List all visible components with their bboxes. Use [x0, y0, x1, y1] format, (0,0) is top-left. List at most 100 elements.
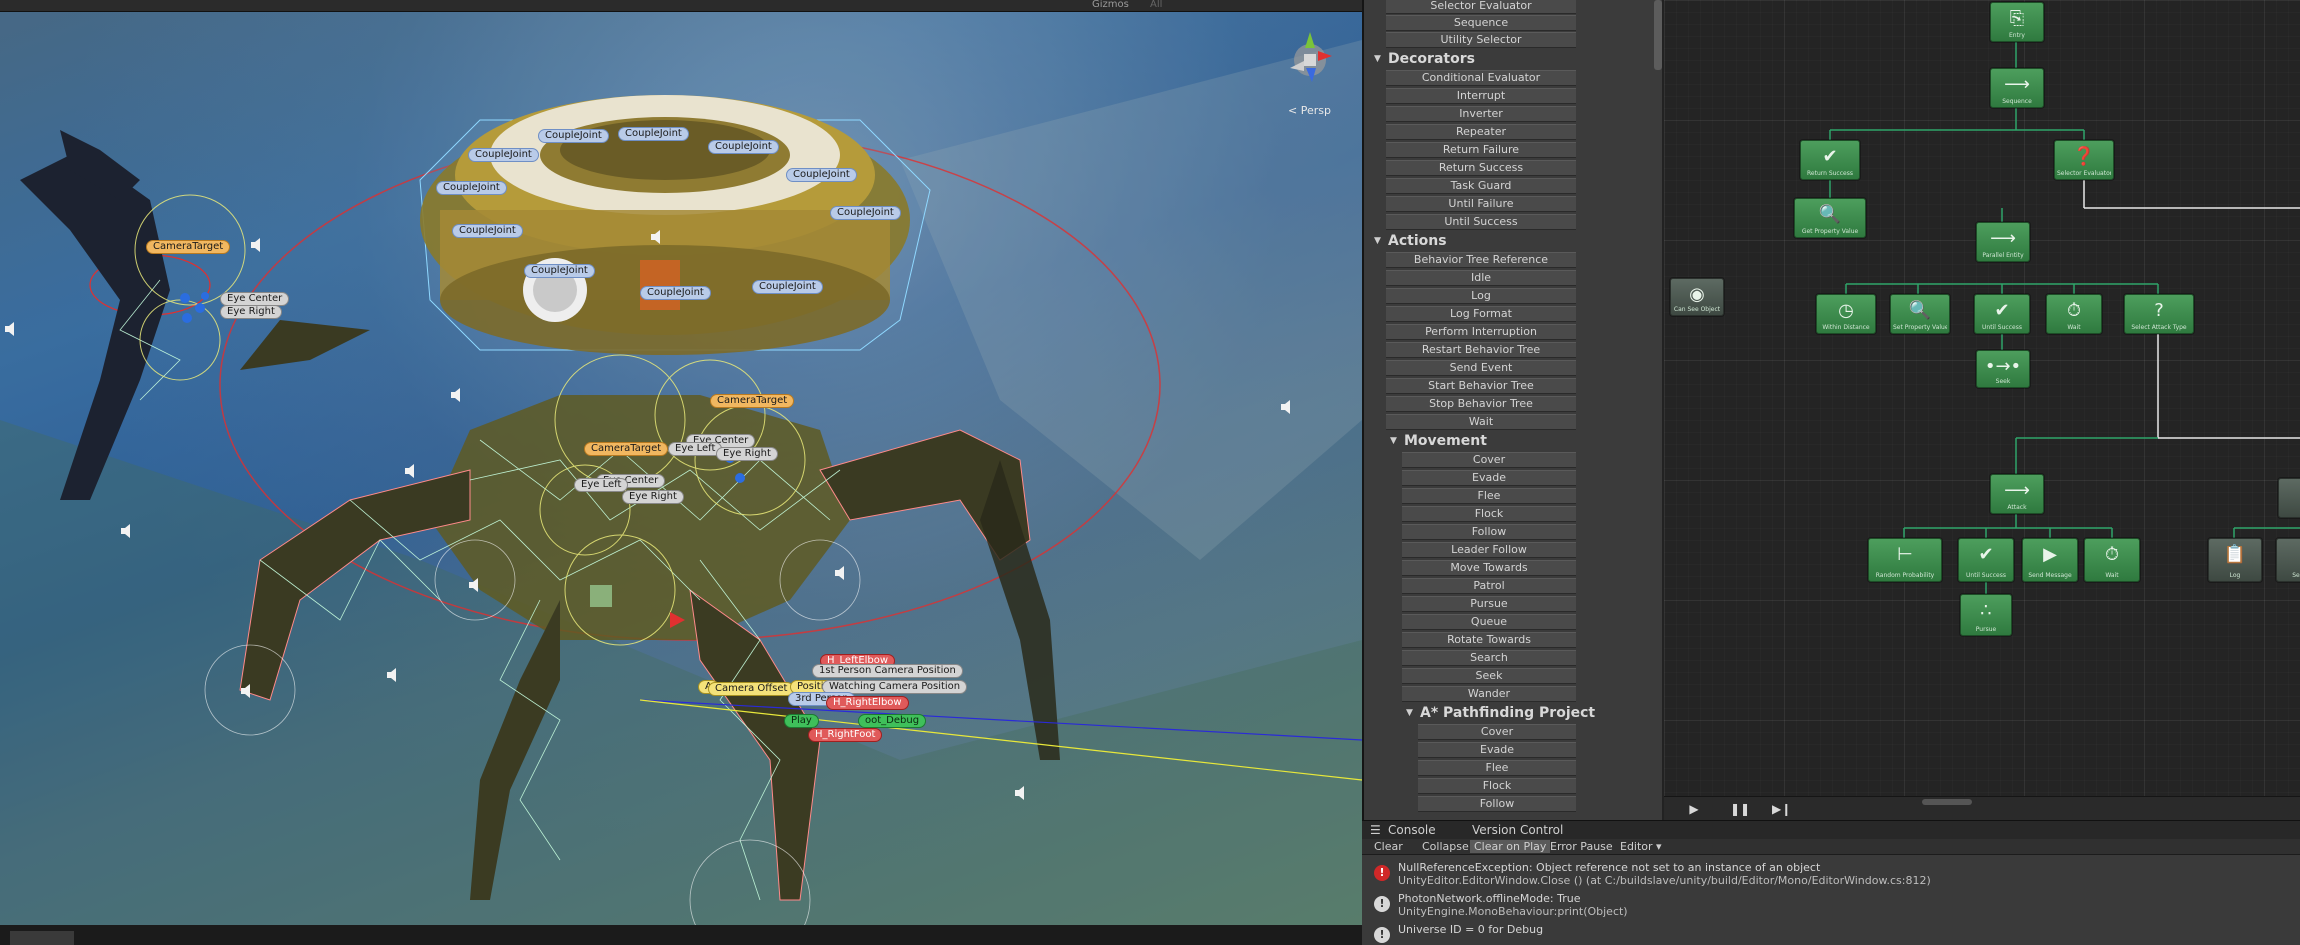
seek-node[interactable]: •→• Seek — [1976, 350, 2030, 388]
task-item[interactable]: Flee — [1402, 488, 1576, 504]
task-item[interactable]: Queue — [1402, 614, 1576, 630]
couplejoint-label[interactable]: CoupleJoint — [830, 206, 901, 220]
send-message-node[interactable]: ▶ Send Message — [2022, 538, 2078, 582]
eye-right-label[interactable]: Eye Right — [220, 305, 282, 319]
within-distance-node[interactable]: ◷ Within Distance — [1816, 294, 1876, 334]
until-success-node[interactable]: ✔ Until Success — [1974, 294, 2030, 334]
task-item[interactable]: Start Behavior Tree — [1386, 378, 1576, 394]
audio-source-icon[interactable] — [238, 682, 256, 700]
audio-source-icon[interactable] — [466, 576, 484, 594]
task-item[interactable]: Flock — [1418, 778, 1576, 794]
category-decorators[interactable]: Decorators — [1374, 51, 1475, 67]
task-item[interactable]: Rotate Towards — [1402, 632, 1576, 648]
set-property-node[interactable]: 🔍 Set Property Value — [1890, 294, 1950, 334]
category-actions[interactable]: Actions — [1374, 233, 1446, 249]
task-item[interactable]: Leader Follow — [1402, 542, 1576, 558]
first-person-camera-label[interactable]: 1st Person Camera Position — [812, 664, 963, 678]
task-item[interactable]: Repeater — [1386, 124, 1576, 140]
audio-source-icon[interactable] — [832, 564, 850, 582]
task-item[interactable]: Patrol — [1402, 578, 1576, 594]
couplejoint-label[interactable]: CoupleJoint — [538, 129, 609, 143]
couplejoint-label[interactable]: CoupleJoint — [618, 127, 689, 141]
offscreen-node-2[interactable] — [2278, 478, 2300, 518]
audio-source-icon[interactable] — [402, 462, 420, 480]
audio-source-icon[interactable] — [248, 236, 266, 254]
task-item[interactable]: Flock — [1402, 506, 1576, 522]
select-attack-node[interactable]: ? Select Attack Type — [2124, 294, 2194, 334]
attack-sequence-node[interactable]: ⟶ Attack — [1990, 474, 2044, 514]
task-item[interactable]: Selector Evaluator — [1386, 0, 1576, 14]
get-property-node[interactable]: 🔍 Get Property Value — [1794, 198, 1866, 238]
task-item[interactable]: Idle — [1386, 270, 1576, 286]
task-item[interactable]: Evade — [1418, 742, 1576, 758]
task-item[interactable]: Utility Selector — [1386, 32, 1576, 48]
audio-source-icon[interactable] — [2, 320, 20, 338]
task-item[interactable]: Inverter — [1386, 106, 1576, 122]
console-entry-info[interactable]: ! Universe ID = 0 for Debug — [1372, 923, 2292, 945]
task-item[interactable]: Stop Behavior Tree — [1386, 396, 1576, 412]
parallel-node[interactable]: ⟶ Parallel Entity — [1976, 222, 2030, 262]
scene-tab[interactable] — [10, 931, 74, 945]
scene-view[interactable]: Gizmos All CoupleJoint CoupleJoint Coupl… — [0, 0, 1362, 945]
task-item[interactable]: Conditional Evaluator — [1386, 70, 1576, 86]
player-debug-label[interactable]: Play — [784, 714, 819, 728]
collapse-button[interactable]: Collapse — [1418, 840, 1473, 853]
tab-version-control[interactable]: Version Control — [1472, 823, 1563, 837]
entry-node[interactable]: ⎘ Entry — [1990, 2, 2044, 42]
camera-target-label[interactable]: CameraTarget — [584, 442, 669, 456]
scene-search[interactable]: All — [1150, 0, 1162, 10]
eye-right-label[interactable]: Eye Right — [622, 490, 684, 504]
gizmos-dropdown[interactable]: Gizmos — [1092, 0, 1129, 10]
task-item[interactable]: Pursue — [1402, 596, 1576, 612]
couplejoint-label[interactable]: CoupleJoint — [452, 224, 523, 238]
task-item[interactable]: Until Failure — [1386, 196, 1576, 212]
error-pause-toggle[interactable]: Error Pause — [1546, 840, 1617, 853]
wait-node-2[interactable]: ⏱ Wait — [2084, 538, 2140, 582]
eye-left-label[interactable]: Eye Left — [574, 478, 629, 492]
random-probability-node[interactable]: ⊢ Random Probability — [1868, 538, 1942, 582]
audio-source-icon[interactable] — [648, 228, 666, 246]
step-icon[interactable]: ▶❙ — [1772, 802, 1791, 816]
eye-left-label[interactable]: Eye Left — [668, 442, 723, 456]
audio-source-icon[interactable] — [1278, 398, 1296, 416]
task-item[interactable]: Sequence — [1386, 15, 1576, 31]
pursue-node[interactable]: ∴ Pursue — [1960, 594, 2012, 636]
task-item[interactable]: Cover — [1418, 724, 1576, 740]
tasks-panel[interactable]: Selector Evaluator Sequence Utility Sele… — [1362, 0, 1662, 820]
task-item[interactable]: Send Event — [1386, 360, 1576, 376]
couplejoint-label[interactable]: CoupleJoint — [524, 264, 595, 278]
audio-source-icon[interactable] — [384, 666, 402, 684]
console-entry-error[interactable]: ! NullReferenceException: Object referen… — [1372, 861, 2292, 889]
sequence-node[interactable]: ⟶ Sequence — [1990, 68, 2044, 108]
selector-evaluator-node[interactable]: ❓ Selector Evaluator — [2054, 140, 2114, 180]
clear-button[interactable]: Clear — [1370, 840, 1407, 853]
play-icon[interactable]: ▶ — [1686, 802, 1702, 816]
task-item[interactable]: Wander — [1402, 686, 1576, 702]
task-item[interactable]: Return Success — [1386, 160, 1576, 176]
couplejoint-label[interactable]: CoupleJoint — [436, 181, 507, 195]
foot-debug-label[interactable]: oot_Debug — [858, 714, 927, 728]
tab-console[interactable]: Console — [1388, 823, 1436, 837]
couplejoint-label[interactable]: CoupleJoint — [752, 280, 823, 294]
category-movement[interactable]: Movement — [1390, 433, 1487, 449]
task-item[interactable]: Seek — [1402, 668, 1576, 684]
task-item[interactable]: Task Guard — [1386, 178, 1576, 194]
task-item[interactable]: Return Failure — [1386, 142, 1576, 158]
task-item[interactable]: Perform Interruption — [1386, 324, 1576, 340]
task-item[interactable]: Search — [1402, 650, 1576, 666]
scene-viewport[interactable] — [0, 12, 1362, 925]
task-item[interactable]: Move Towards — [1402, 560, 1576, 576]
task-item[interactable]: Until Success — [1386, 214, 1576, 230]
category-pathfinding[interactable]: A* Pathfinding Project — [1406, 705, 1595, 721]
couplejoint-label[interactable]: CoupleJoint — [640, 286, 711, 300]
task-item[interactable]: Log — [1386, 288, 1576, 304]
task-item[interactable]: Log Format — [1386, 306, 1576, 322]
audio-source-icon[interactable] — [448, 386, 466, 404]
audio-source-icon[interactable] — [1012, 784, 1030, 802]
task-item[interactable]: Wait — [1386, 414, 1576, 430]
clear-on-play-toggle[interactable]: Clear on Play — [1470, 840, 1551, 853]
task-item[interactable]: Follow — [1418, 796, 1576, 812]
task-item[interactable]: Behavior Tree Reference — [1386, 252, 1576, 268]
couplejoint-label[interactable]: CoupleJoint — [786, 168, 857, 182]
console-entry-info[interactable]: ! PhotonNetwork.offlineMode: True UnityE… — [1372, 892, 2292, 920]
